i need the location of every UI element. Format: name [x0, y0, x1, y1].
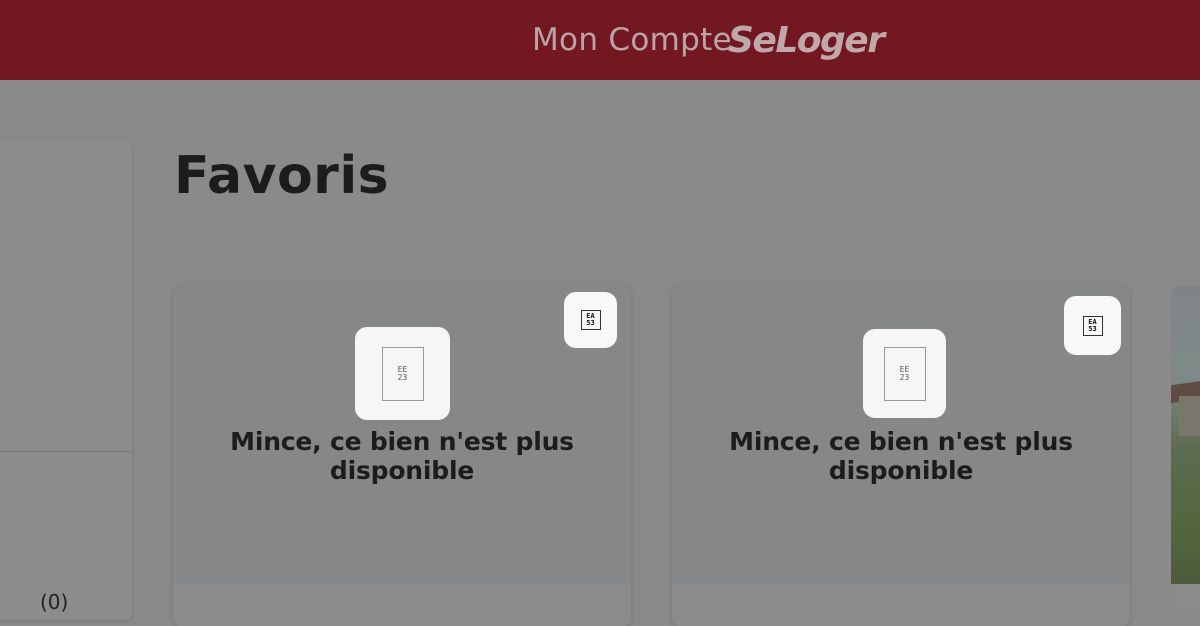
grid-code-icon: EA 53 — [580, 310, 601, 330]
unavailable-placeholder: EE 23 — [863, 329, 946, 418]
card-action-button[interactable]: EA 53 — [564, 292, 617, 348]
account-sidebar — [0, 140, 132, 620]
sidebar-divider — [0, 451, 132, 452]
unavailable-message: Mince, ce bien n'est plus disponible — [230, 427, 574, 485]
sidebar-count: (0) — [40, 590, 69, 614]
favorite-card-photo[interactable] — [1171, 286, 1200, 584]
grid-code-icon: EA 53 — [1082, 315, 1103, 336]
page-title: Favoris — [174, 146, 390, 206]
account-link[interactable]: Mon Compte — [532, 22, 732, 58]
top-header: Mon Compte SeLoger — [0, 0, 1200, 80]
favorite-card[interactable]: EE 23 EA 53 Mince, ce bien n'est plus di… — [672, 286, 1130, 626]
card-footer — [1171, 584, 1200, 614]
card-footer — [173, 584, 631, 626]
unavailable-message: Mince, ce bien n'est plus disponible — [729, 427, 1073, 485]
placeholder-image-icon: EE 23 — [883, 346, 926, 401]
card-footer — [672, 584, 1130, 626]
favorite-card[interactable]: EE 23 EA 53 Mince, ce bien n'est plus di… — [173, 286, 631, 626]
unavailable-placeholder: EE 23 — [355, 327, 450, 420]
seloger-logo[interactable]: SeLoger — [728, 20, 885, 61]
card-action-button[interactable]: EA 53 — [1064, 296, 1121, 355]
placeholder-image-icon: EE 23 — [381, 346, 424, 401]
